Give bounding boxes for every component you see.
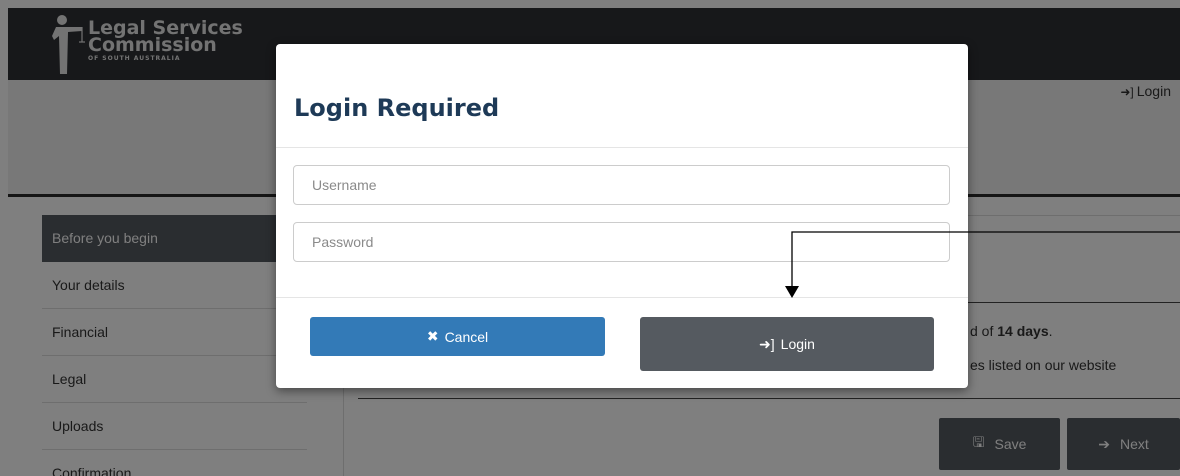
modal-header-divider xyxy=(276,147,968,148)
login-modal: Login Required ✖ Cancel ➜] Login xyxy=(276,44,968,388)
username-input[interactable] xyxy=(293,165,950,205)
sign-in-icon: ➜] xyxy=(759,335,775,352)
login-button[interactable]: ➜] Login xyxy=(640,317,934,371)
cancel-button[interactable]: ✖ Cancel xyxy=(310,317,605,356)
modal-title: Login Required xyxy=(294,94,500,122)
cancel-label: Cancel xyxy=(444,328,489,345)
times-icon: ✖ xyxy=(426,328,439,344)
modal-footer-divider xyxy=(276,297,968,298)
login-label: Login xyxy=(780,336,815,352)
password-input[interactable] xyxy=(293,222,950,262)
